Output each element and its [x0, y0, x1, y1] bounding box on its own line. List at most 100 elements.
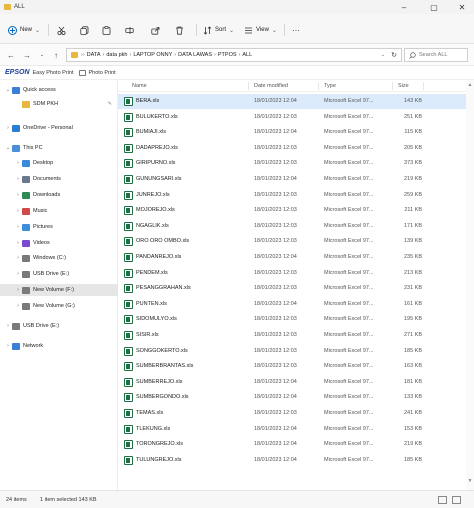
file-row[interactable]: DADAPREJO.xls 18/01/2023 12:03 Microsoft E…	[118, 141, 474, 156]
chevron-down-icon[interactable]: ⌄	[381, 52, 385, 58]
more-options-button[interactable]: ···	[292, 23, 300, 37]
breadcrumb-item[interactable]: DATA LAWAS	[178, 52, 212, 58]
breadcrumb-item[interactable]: LAPTOP ONNY	[133, 52, 172, 58]
new-button[interactable]: New ⌄	[8, 23, 40, 37]
file-row[interactable]: PUNTEN.xls 18/01/2023 12:04 Microsoft Exce…	[118, 297, 474, 312]
back-button[interactable]: ←	[6, 49, 16, 61]
chevron-right-icon[interactable]: ›	[4, 343, 12, 349]
file-row[interactable]: TEMAS.xls 18/01/2023 12:03 Microsoft Excel…	[118, 406, 474, 421]
column-header-name[interactable]: Name	[132, 83, 147, 89]
details-view-icon[interactable]	[438, 496, 447, 504]
breadcrumb-item[interactable]: PTPOS	[218, 52, 237, 58]
chevron-right-icon[interactable]: ›	[14, 271, 22, 277]
star-icon	[12, 86, 20, 94]
file-row[interactable]: SONGGOKERTO.xls 18/01/2023 12:03 Microsoft…	[118, 344, 474, 359]
chevron-right-icon[interactable]: ›	[14, 192, 22, 198]
recent-locations-button[interactable]: ⌄	[37, 49, 47, 61]
file-row[interactable]: TORONGREJO.xls 18/01/2023 12:04 Microsoft …	[118, 437, 474, 452]
chevron-down-icon[interactable]: ⌄	[4, 87, 12, 93]
file-row[interactable]: PENDEM.xls 18/01/2023 12:03 Microsoft Exce…	[118, 266, 474, 281]
close-button[interactable]: ✕	[452, 0, 472, 14]
large-icons-view-icon[interactable]	[452, 496, 461, 504]
rename-button[interactable]	[125, 23, 134, 37]
chevron-right-icon[interactable]: ›	[14, 255, 22, 261]
copy-button[interactable]	[80, 23, 89, 37]
file-row[interactable]: MOJOREJO.xls 18/01/2023 12:03 Microsoft Ex…	[118, 203, 474, 218]
file-row[interactable]: JUNREJO.xls 18/01/2023 12:03 Microsoft Exc…	[118, 188, 474, 203]
file-row[interactable]: ORO ORO OMBO.xls 18/01/2023 12:03 Microsof…	[118, 234, 474, 249]
chevron-right-icon[interactable]: ›	[4, 125, 12, 131]
file-row[interactable]: SUMBERGONDO.xls 18/01/2023 12:04 Microsoft…	[118, 390, 474, 405]
column-header-date[interactable]: Date modified	[254, 83, 288, 89]
file-row[interactable]: SUMBERBRANTAS.xls 18/01/2023 12:03 Microso…	[118, 359, 474, 374]
file-row[interactable]: TULUNGREJO.xls 18/01/2023 12:04 Microsoft …	[118, 453, 474, 468]
delete-button[interactable]	[175, 23, 184, 37]
nav-item[interactable]: › Network	[0, 340, 118, 352]
file-row[interactable]: PESANGGRAHAN.xls 18/01/2023 12:03 Microsof…	[118, 281, 474, 296]
nav-item[interactable]: › Documents	[0, 173, 118, 185]
share-button[interactable]	[151, 23, 160, 37]
chevron-right-icon[interactable]: ›	[14, 303, 22, 309]
file-row[interactable]: NGAGLIK.xls 18/01/2023 12:03 Microsoft Exc…	[118, 219, 474, 234]
maximize-button[interactable]: ▢	[424, 0, 444, 14]
address-bar[interactable]: ›› DATA › data pkh › LAPTOP ONNY › DATA …	[66, 48, 402, 62]
vertical-scrollbar[interactable]: ▲ ▼	[466, 80, 474, 490]
scroll-down-icon[interactable]: ▼	[466, 478, 474, 486]
file-row[interactable]: SIDOMULYO.xls 18/01/2023 12:03 Microsoft E…	[118, 312, 474, 327]
column-header-type[interactable]: Type	[324, 83, 336, 89]
nav-item[interactable]: ⌄ This PC	[0, 142, 118, 154]
breadcrumb-item[interactable]: ALL	[242, 52, 252, 58]
nav-item[interactable]: › New Volume (F:)	[0, 284, 118, 296]
file-row[interactable]: BULUKERTO.xls 18/01/2023 12:03 Microsoft E…	[118, 110, 474, 125]
view-button[interactable]: View ⌄	[244, 23, 277, 37]
nav-item[interactable]: › Desktop	[0, 157, 118, 169]
chevron-right-icon[interactable]: ›	[14, 208, 22, 214]
file-row[interactable]: BERA.xls 18/01/2023 12:04 Microsoft Excel …	[118, 94, 474, 109]
file-size: 235 KB	[403, 254, 422, 260]
column-divider[interactable]	[392, 82, 393, 90]
chevron-right-icon[interactable]: ›	[14, 160, 22, 166]
chevron-right-icon[interactable]: ›	[14, 240, 22, 246]
nav-item[interactable]: › USB Drive (E:)	[0, 320, 118, 332]
file-row[interactable]: BUMIAJI.xls 18/01/2023 12:04 Microsoft Exc…	[118, 125, 474, 140]
photo-print-button[interactable]: Photo Print	[88, 70, 115, 76]
column-divider[interactable]	[318, 82, 319, 90]
nav-item[interactable]: › Pictures	[0, 221, 118, 233]
nav-item-label: SDM PKH	[33, 101, 59, 107]
nav-item[interactable]: ⌄ Quick access	[0, 84, 118, 96]
column-divider[interactable]	[248, 82, 249, 90]
forward-button[interactable]: →	[22, 49, 32, 61]
easy-photo-print-button[interactable]: Easy Photo Print	[33, 70, 74, 76]
cut-button[interactable]	[57, 23, 66, 37]
breadcrumb-item[interactable]: data pkh	[106, 52, 127, 58]
nav-item[interactable]: › Downloads	[0, 189, 118, 201]
chevron-down-icon[interactable]: ⌄	[4, 145, 12, 151]
chevron-right-icon[interactable]: ›	[14, 224, 22, 230]
scroll-up-icon[interactable]: ▲	[466, 82, 474, 90]
file-row[interactable]: GUNUNGSARI.xls 18/01/2023 12:04 Microsoft …	[118, 172, 474, 187]
nav-item[interactable]: › USB Drive (E:)	[0, 268, 118, 280]
breadcrumb-item[interactable]: DATA	[87, 52, 101, 58]
nav-item[interactable]: › Windows (C:)	[0, 252, 118, 264]
column-divider[interactable]	[423, 82, 424, 90]
file-row[interactable]: PANDANREJO.xls 18/01/2023 12:04 Microsoft …	[118, 250, 474, 265]
up-button[interactable]: ↑	[51, 49, 61, 61]
minimize-button[interactable]: –	[394, 0, 414, 14]
nav-item[interactable]: › Music	[0, 205, 118, 217]
chevron-right-icon[interactable]: ›	[4, 323, 12, 329]
refresh-icon[interactable]: ↻	[391, 51, 397, 59]
file-row[interactable]: GIRIPURNO.xls 18/01/2023 12:03 Microsoft E…	[118, 156, 474, 171]
file-row[interactable]: SUMBERREJO.xls 18/01/2023 12:04 Microsoft …	[118, 375, 474, 390]
chevron-right-icon[interactable]: ›	[14, 176, 22, 182]
sort-button[interactable]: Sort ⌄	[203, 23, 234, 37]
file-row[interactable]: SISIR.xls 18/01/2023 12:03 Microsoft Excel…	[118, 328, 474, 343]
file-row[interactable]: TLEKUNG.xls 18/01/2023 12:04 Microsoft Exc…	[118, 422, 474, 437]
search-input[interactable]: Search ALL	[404, 48, 468, 62]
nav-item[interactable]: › Videos	[0, 237, 118, 249]
nav-item[interactable]: › New Volume (G:)	[0, 300, 118, 312]
chevron-right-icon[interactable]: ›	[14, 287, 22, 293]
column-header-size[interactable]: Size	[398, 83, 409, 89]
nav-item[interactable]: › OneDrive - Personal	[0, 122, 118, 134]
nav-item[interactable]: SDM PKH ✎	[0, 98, 118, 110]
paste-button[interactable]	[102, 23, 111, 37]
